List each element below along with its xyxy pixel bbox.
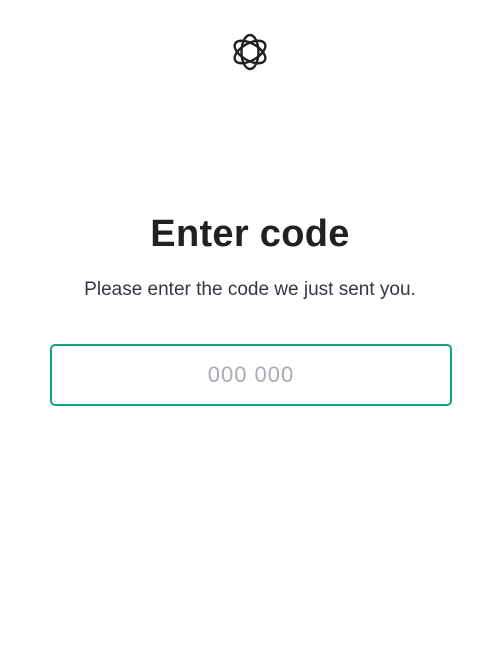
page-title: Enter code [150,213,350,255]
openai-logo-icon [229,31,271,73]
verification-code-input[interactable] [50,344,452,406]
page-subtitle: Please enter the code we just sent you. [84,279,416,300]
